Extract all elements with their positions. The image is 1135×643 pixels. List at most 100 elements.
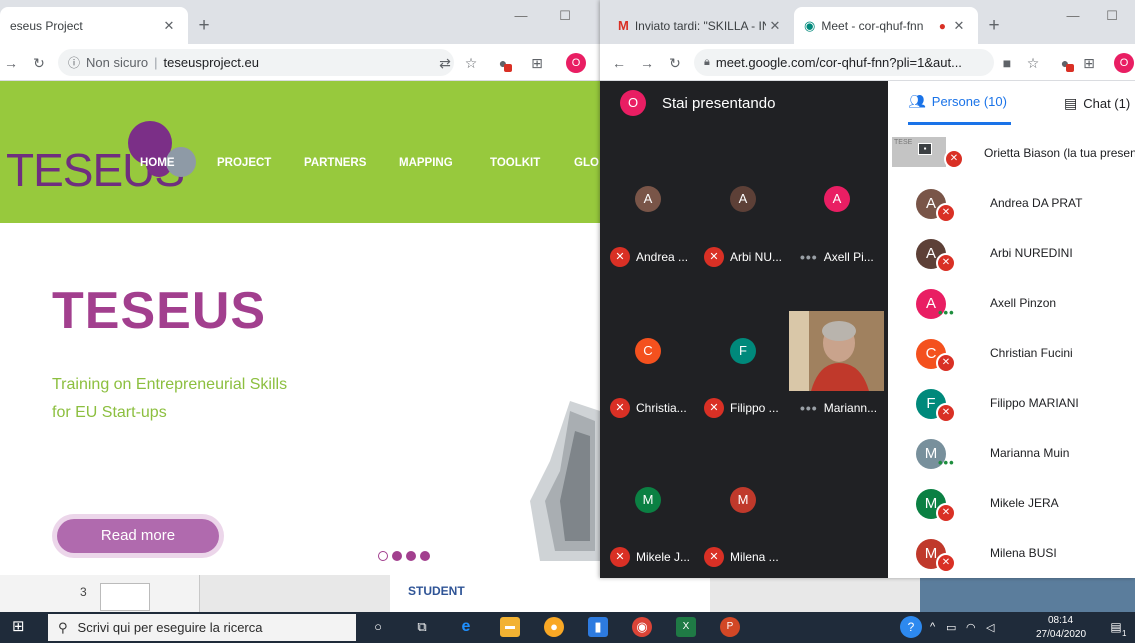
translate-icon[interactable]: ⇄ — [436, 54, 454, 72]
edge-icon[interactable]: e — [456, 617, 476, 637]
apps-icon[interactable]: ⊞ — [1080, 54, 1098, 72]
new-tab-button[interactable]: + — [192, 14, 216, 38]
participant-row[interactable]: F ✕ Filippo MARIANI — [888, 379, 1135, 429]
close-tab-icon[interactable]: ✕ — [766, 18, 784, 34]
slide-thumbnail[interactable] — [100, 583, 150, 611]
task-view-icon[interactable]: ⧉ — [412, 617, 432, 637]
tab-gmail[interactable]: M Inviato tardi: "SKILLA - INTE ✕ — [608, 7, 794, 44]
participant-video-tile[interactable] — [789, 311, 884, 391]
hero-subtitle-line-2: for EU Start-ups — [52, 404, 167, 421]
apps-icon[interactable]: ⊞ — [528, 54, 546, 72]
presenter-avatar: O — [620, 90, 646, 116]
carousel-dot-1[interactable] — [378, 551, 388, 561]
bookmark-star-icon[interactable]: ☆ — [1024, 54, 1042, 72]
participant-row[interactable]: M ✕ Milena BUSI — [888, 529, 1135, 578]
nav-mapping[interactable]: MAPPING — [399, 157, 453, 169]
tab-meet[interactable]: ◉ Meet - cor-qhuf-fnn ● ✕ — [794, 7, 978, 44]
meet-grid: O Stai presentando A A A ✕ Andrea ... ✕ Ar… — [600, 81, 888, 578]
help-icon[interactable]: ? — [900, 616, 922, 638]
tile-name[interactable]: ✕ Filippo ... — [704, 397, 794, 419]
tile-name[interactable]: ••• Axell Pi... — [800, 246, 888, 268]
back-icon[interactable]: ← — [610, 54, 628, 72]
carousel-dot-2[interactable] — [392, 551, 402, 561]
tile-name[interactable]: ✕ Arbi NU... — [704, 246, 794, 268]
recording-dot-icon: ● — [938, 18, 946, 33]
participant-name: Andrea DA PRAT — [990, 196, 1083, 210]
minimize-icon[interactable]: — — [498, 8, 544, 23]
tile-name[interactable]: ✕ Milena ... — [704, 546, 794, 568]
close-tab-icon[interactable]: ✕ — [160, 18, 178, 34]
participant-row[interactable]: A ••• Axell Pinzon — [888, 279, 1135, 329]
tab-people[interactable]: 👥︎ Persone (10) — [908, 81, 1011, 125]
excel-icon[interactable]: X — [676, 617, 696, 637]
close-tab-icon[interactable]: ✕ — [950, 18, 968, 34]
tile-name[interactable]: ••• Mariann... — [800, 397, 888, 419]
notification-count: 1 — [1122, 629, 1127, 638]
url-separator: | — [154, 55, 158, 70]
windows-start-icon[interactable]: ⊞ — [12, 619, 25, 635]
chrome-icon[interactable]: ◉ — [632, 617, 652, 637]
participant-name: Christian Fucini — [990, 346, 1073, 360]
nav-toolkit[interactable]: TOOLKIT — [490, 157, 540, 169]
info-icon[interactable]: ⓘ — [68, 54, 80, 71]
clock-date[interactable]: 27/04/2020 — [1036, 629, 1086, 640]
participant-name: Marianna Muin — [990, 446, 1070, 460]
participant-row[interactable]: M ••• Marianna Muin — [888, 429, 1135, 479]
tab-chat[interactable]: ▤ Chat (1) — [1064, 81, 1130, 125]
mic-off-icon: ✕ — [936, 353, 956, 373]
tray-chevron-icon[interactable]: ^ — [930, 621, 935, 633]
carousel-dot-4[interactable] — [420, 551, 430, 561]
address-bar[interactable]: ⓘ Non sicuro | teseusproject.eu — [58, 49, 454, 76]
reload-icon[interactable]: ↻ — [666, 54, 684, 72]
battery-icon[interactable]: ▭ — [946, 621, 956, 634]
mic-off-icon: ✕ — [610, 247, 630, 267]
participant-row[interactable]: M ✕ Mikele JERA — [888, 479, 1135, 529]
search-placeholder: Scrivi qui per eseguire la ricerca — [77, 620, 263, 635]
profile-avatar[interactable]: O — [566, 53, 586, 73]
forward-icon[interactable]: → — [638, 54, 656, 72]
nav-glossary[interactable]: GLO — [574, 157, 599, 169]
forward-icon[interactable]: → — [2, 54, 20, 72]
app-icon[interactable]: ▮ — [588, 617, 608, 637]
maximize-icon[interactable]: ☐ — [1089, 8, 1135, 24]
powerpoint-icon[interactable]: P — [720, 617, 740, 637]
read-more-button[interactable]: Read more — [57, 519, 219, 553]
nav-home[interactable]: HOME — [140, 157, 175, 169]
slide-panel: 3 — [0, 575, 200, 612]
tab-teseus[interactable]: eseus Project ✕ — [0, 7, 188, 44]
tile-name[interactable]: ✕ Christia... — [610, 397, 700, 419]
clock-time[interactable]: 08:14 — [1048, 615, 1073, 626]
nav-partners[interactable]: PARTNERS — [304, 157, 366, 169]
new-tab-button[interactable]: + — [982, 14, 1006, 38]
background-app-strip: 3 STUDENT — [0, 575, 1135, 612]
wifi-icon[interactable]: ◠ — [966, 621, 976, 634]
nav-project[interactable]: PROJECT — [217, 157, 271, 169]
participant-row[interactable]: A ✕ Arbi NUREDINI — [888, 229, 1135, 279]
volume-icon[interactable]: ◁ — [986, 621, 994, 634]
camera-icon[interactable]: ■ — [998, 54, 1016, 72]
meet-icon: ◉ — [804, 17, 816, 33]
participant-row[interactable]: TESE ▪ ✕ Orietta Biason (la tua presenta… — [888, 129, 1135, 179]
participant-row[interactable]: A ✕ Andrea DA PRAT — [888, 179, 1135, 229]
file-explorer-icon[interactable]: ▬ — [500, 617, 520, 637]
carousel-dot-3[interactable] — [406, 551, 416, 561]
cortana-icon[interactable]: ○ — [368, 617, 388, 637]
tab-strip: eseus Project ✕ + — ☐ — [0, 0, 600, 44]
tile-avatar: M — [730, 487, 756, 513]
gmail-icon: M — [618, 18, 629, 33]
maximize-icon[interactable]: ☐ — [542, 8, 588, 24]
tile-name[interactable]: ✕ Andrea ... — [610, 246, 700, 268]
participant-row[interactable]: C ✕ Christian Fucini — [888, 329, 1135, 379]
speaking-icon: ••• — [938, 455, 955, 470]
taskbar-search[interactable]: ⚲ Scrivi qui per eseguire la ricerca — [48, 614, 356, 641]
people-panel: 👥︎ Persone (10) ▤ Chat (1) TESE ▪ ✕ Orie… — [888, 81, 1135, 578]
reload-icon[interactable]: ↻ — [30, 54, 48, 72]
app-icon[interactable]: ● — [544, 617, 564, 637]
participant-name: Arbi NUREDINI — [990, 246, 1073, 260]
participant-name: Axell Pinzon — [990, 296, 1057, 310]
tile-name[interactable]: ✕ Mikele J... — [610, 546, 700, 568]
profile-avatar[interactable]: O — [1114, 53, 1134, 73]
bookmark-star-icon[interactable]: ☆ — [462, 54, 480, 72]
address-bar[interactable]: 🔒︎ meet.google.com/cor-qhuf-fnn?pli=1&au… — [694, 49, 994, 76]
present-screen-icon: ▪ — [918, 143, 932, 155]
